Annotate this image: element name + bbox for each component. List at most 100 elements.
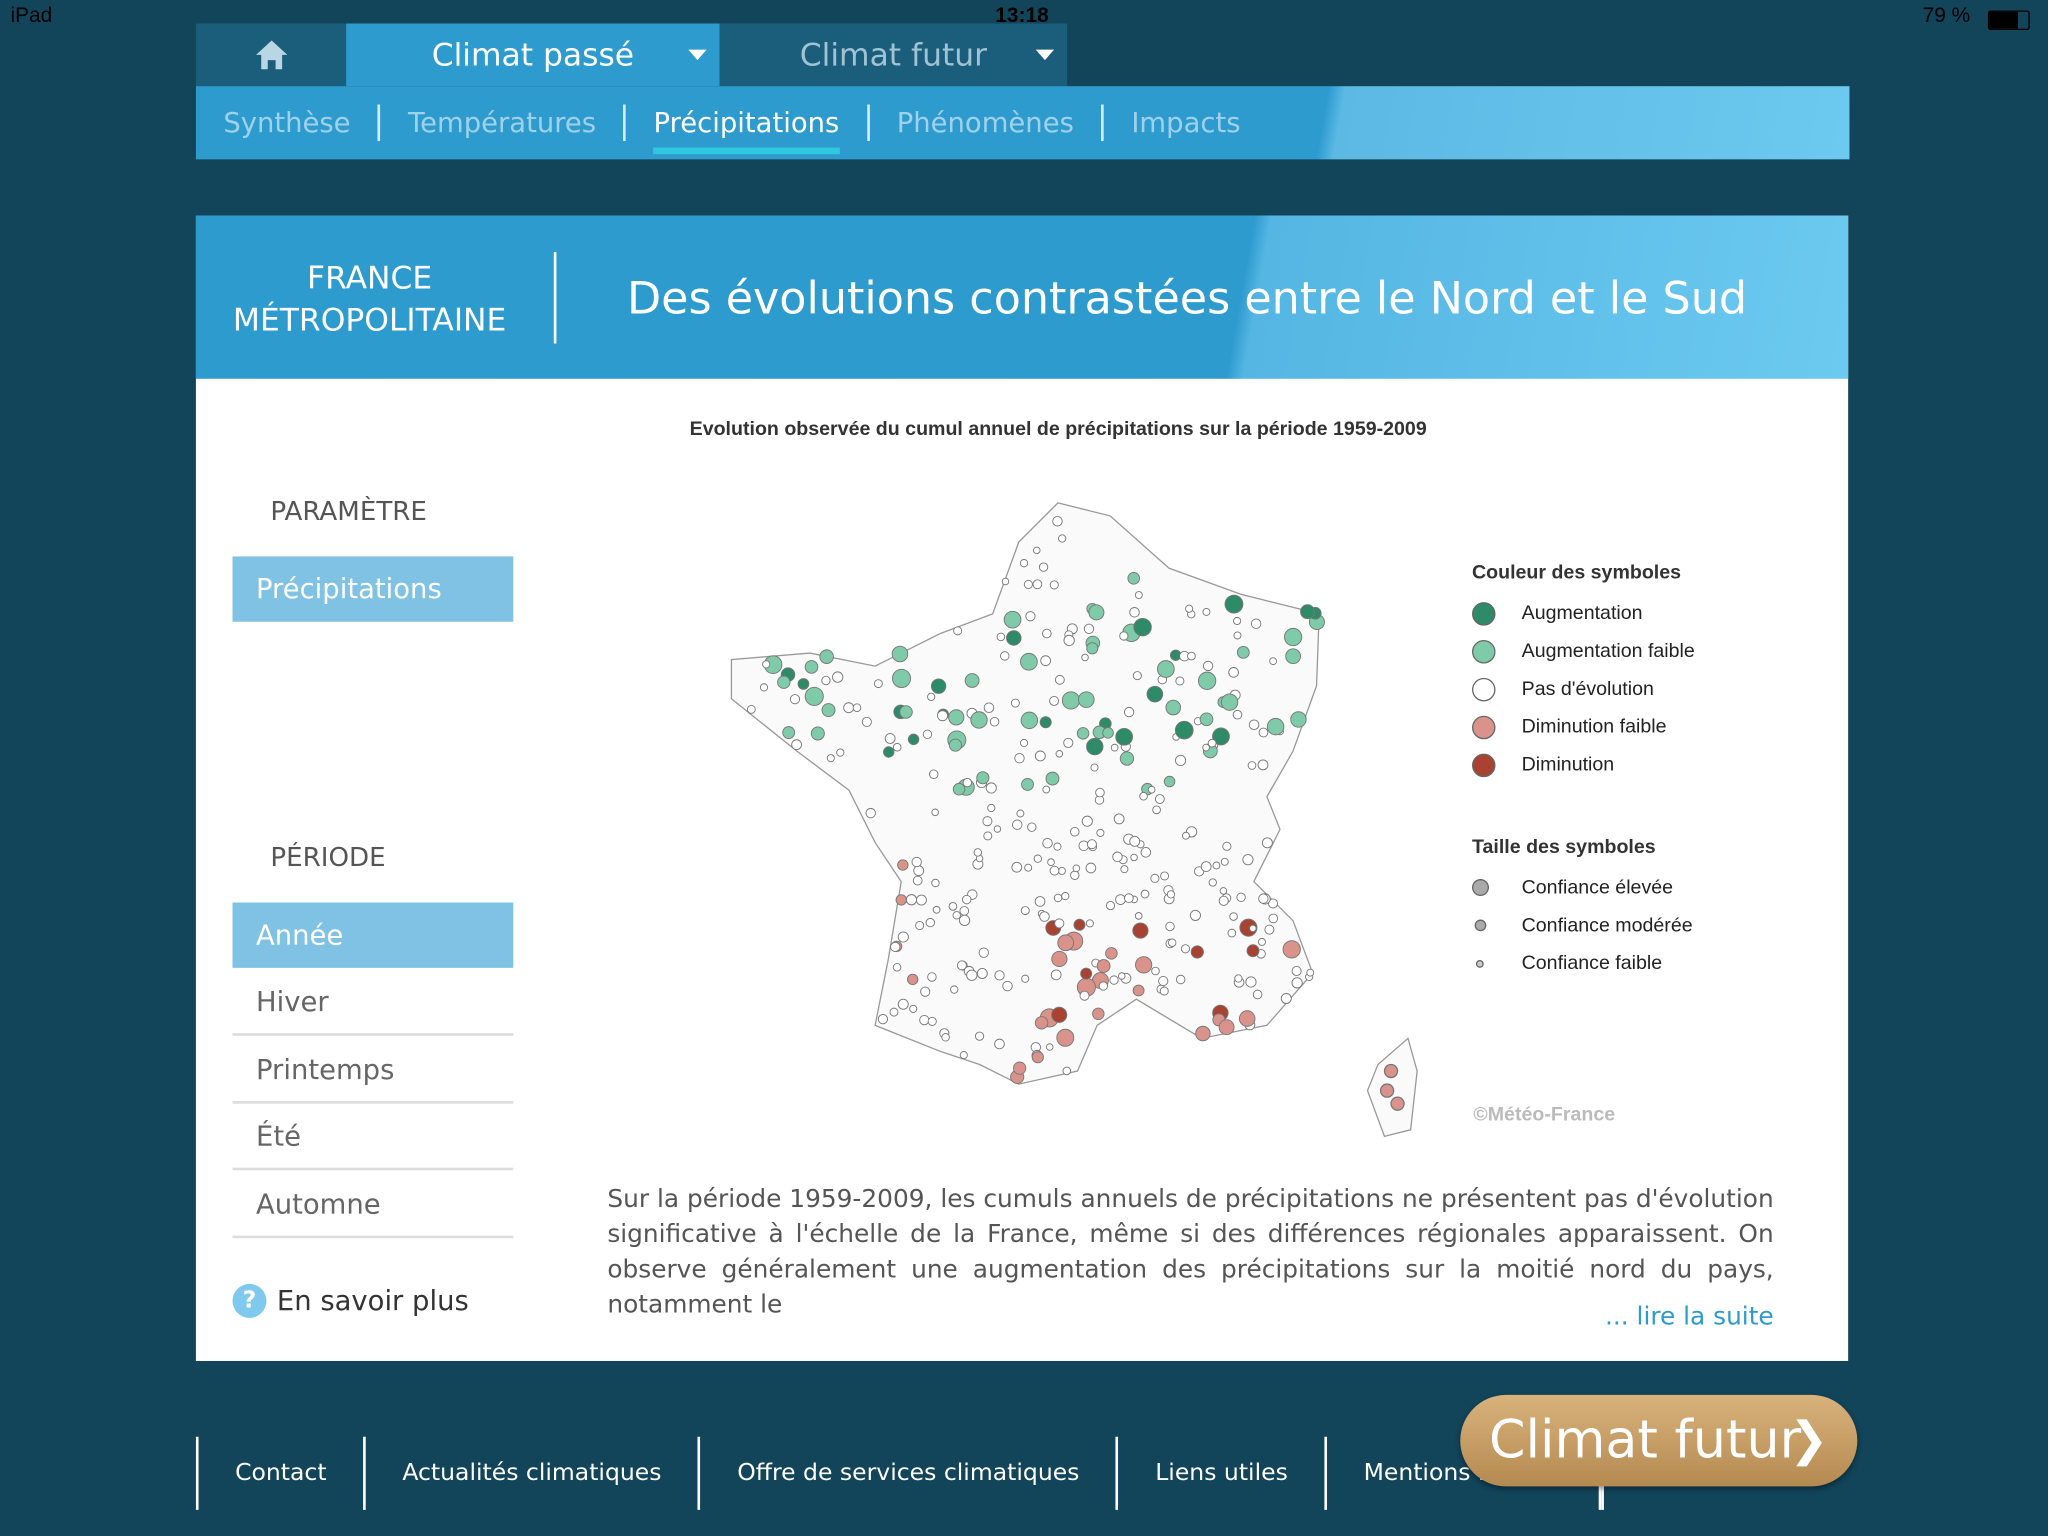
station-symbol [1115,894,1126,905]
legend-label: Diminution faible [1521,715,1667,738]
station-symbol [821,675,831,686]
station-symbol [1118,972,1126,980]
station-symbol [1227,928,1237,938]
station-symbol [1232,709,1243,720]
station-symbol [989,716,1000,727]
read-more-link[interactable]: ... lire la suite [1605,1302,1774,1331]
station-symbol [1016,809,1025,818]
subnav-temperatures[interactable]: Températures [381,104,627,142]
battery-icon [1987,10,2030,31]
station-symbol [1113,813,1125,825]
period-printemps[interactable]: Printemps [232,1037,514,1104]
station-symbol [1264,924,1275,935]
station-symbol [1280,992,1292,1004]
station-symbol [1051,950,1068,968]
footer-actualites[interactable]: Actualités climatiques [363,1436,698,1510]
station-symbol [1032,579,1043,590]
station-symbol [1120,865,1129,874]
station-symbol [912,875,923,886]
station-symbol [931,878,940,888]
station-symbol [913,865,925,877]
station-symbol [1258,727,1269,738]
station-symbol [976,967,988,979]
station-symbol [782,726,796,739]
footer-liens[interactable]: Liens utiles [1116,1436,1324,1510]
cta-label: Climat futur [1488,1410,1802,1471]
legend-symbol [1471,752,1496,777]
station-symbol [1086,737,1104,756]
station-symbol [797,678,810,690]
station-symbol [927,692,936,701]
station-symbol [865,807,876,819]
station-symbol [961,894,972,905]
station-symbol [922,729,933,740]
en-savoir-plus-link[interactable]: ? En savoir plus [232,1283,469,1318]
period-ete[interactable]: Été [232,1104,514,1171]
footer-contact[interactable]: Contact [195,1436,363,1510]
station-symbol [1199,712,1214,727]
periode-heading: PÉRIODE [270,841,386,873]
subnav-precipitations[interactable]: Précipitations [626,104,870,155]
tab-climat-passe[interactable]: Climat passé [346,23,720,87]
station-symbol [1218,895,1229,906]
station-symbol [1218,1019,1235,1036]
legend-label: Confiance faible [1521,952,1663,975]
subnav-phenomenes[interactable]: Phénomènes [869,104,1104,142]
station-symbol [1202,608,1211,616]
station-symbol [1189,909,1201,921]
station-symbol [1165,699,1182,716]
footer-offre[interactable]: Offre de services climatiques [698,1436,1116,1510]
station-symbol [1027,822,1037,832]
station-symbol [919,1014,930,1026]
period-hiver[interactable]: Hiver [232,969,514,1036]
station-symbol [1077,691,1095,708]
station-symbol [892,742,902,752]
station-symbol [931,808,939,817]
subnav-impacts[interactable]: Impacts [1104,104,1268,141]
station-symbol [1187,651,1196,661]
station-symbol [1042,785,1051,794]
station-symbol [1246,944,1260,958]
period-annee[interactable]: Année [232,902,514,968]
station-symbol [789,694,801,705]
station-symbol [1013,1061,1027,1075]
period-automne[interactable]: Automne [232,1172,514,1239]
station-symbol [1045,771,1060,786]
legend-item: Confiance élevée [1471,869,1693,907]
station-symbol [1163,775,1176,788]
station-symbol [948,709,965,726]
station-symbol [1002,980,1013,992]
station-symbol [1224,594,1244,614]
station-symbol [1006,630,1022,646]
station-symbol [952,782,966,796]
station-symbol [1152,805,1161,815]
france-precipitation-map [730,502,1418,1138]
station-symbol [1383,1063,1399,1079]
station-symbol [1003,610,1022,629]
station-symbol [1034,1016,1049,1030]
station-symbol [925,917,935,928]
station-symbol [791,739,802,751]
parametre-precipitations-button[interactable]: Précipitations [232,556,514,622]
station-symbol [1185,604,1194,613]
station-symbol [1129,835,1141,847]
station-symbol [1090,763,1099,772]
station-symbol [987,803,996,813]
subnav-synthese[interactable]: Synthèse [196,104,381,142]
station-symbol [1046,1043,1054,1051]
station-symbol [1031,1051,1044,1064]
legend-item: Diminution faible [1471,708,1695,746]
station-symbol [1050,969,1062,981]
station-symbol [1053,842,1062,851]
climat-futur-button[interactable]: Climat futur ❯ [1460,1394,1858,1487]
station-symbol [1070,827,1080,837]
station-symbol [1011,861,1023,873]
station-symbol [1236,645,1250,659]
tab-climat-futur[interactable]: Climat futur [719,23,1068,87]
station-symbol [1154,794,1165,804]
station-symbol [1096,828,1105,837]
home-button[interactable] [195,23,347,87]
station-symbol [966,969,978,981]
station-symbol [1150,873,1160,883]
station-symbol [1202,660,1214,672]
